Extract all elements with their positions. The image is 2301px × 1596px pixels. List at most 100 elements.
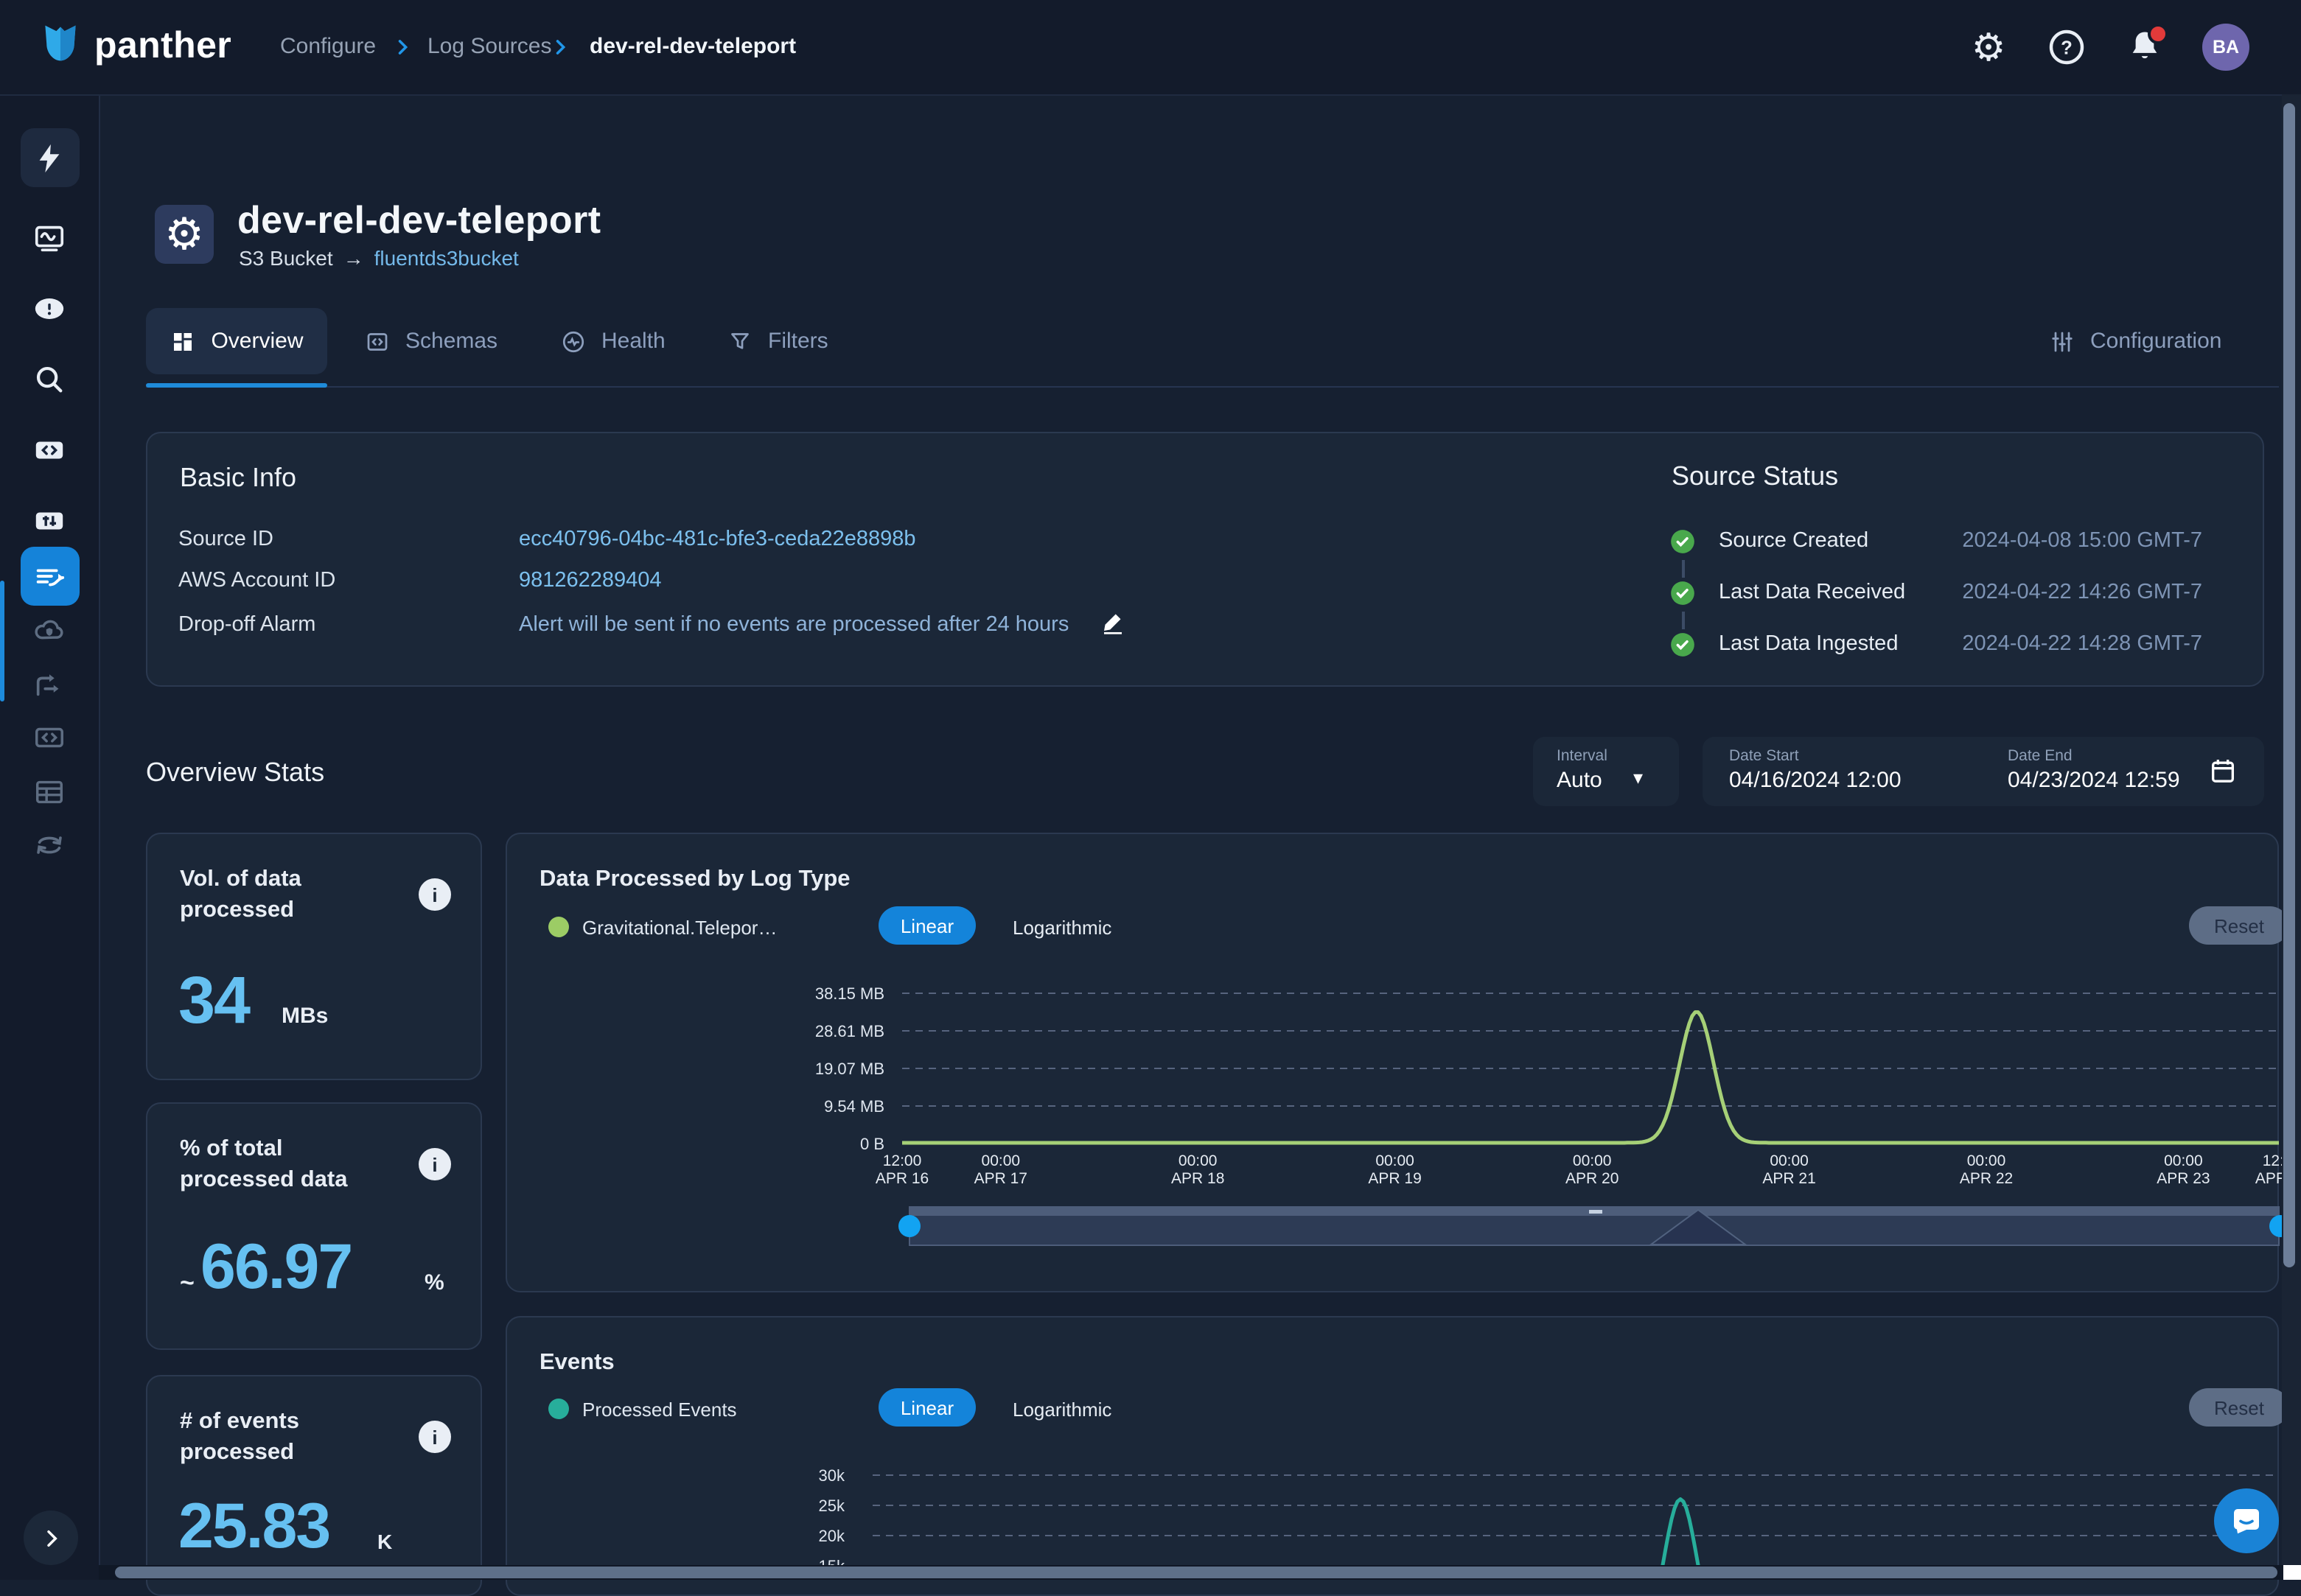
status-check-icon: [1669, 631, 1697, 659]
legend-dot: [548, 1399, 569, 1419]
tuning-sliders-icon[interactable]: [20, 491, 79, 550]
basic-info-row-label: Drop-off Alarm: [178, 613, 315, 637]
source-status-title: Source Status: [1672, 461, 1838, 492]
tab-label: Schemas: [405, 329, 497, 354]
interval-value: Auto: [1557, 768, 1602, 793]
configuration-label: Configuration: [2090, 329, 2221, 354]
tabs-divider: [146, 386, 2279, 388]
linear-scale-button[interactable]: Linear: [879, 1388, 976, 1427]
log-monitor-icon[interactable]: [20, 208, 79, 267]
stat-unit: MBs: [282, 1004, 328, 1029]
stat-title-line: % of total: [180, 1133, 347, 1164]
info-icon[interactable]: [419, 1421, 451, 1453]
linear-scale-button[interactable]: Linear: [879, 906, 976, 945]
status-item-value: 2024-04-22 14:26 GMT-7: [1843, 581, 2202, 604]
status-connector: [1682, 612, 1684, 629]
tab-label: Health: [601, 329, 666, 354]
drop-off-alarm-value: Alert will be sent if no events are proc…: [519, 613, 1069, 637]
legend-dot: [548, 917, 569, 937]
page-subtitle: S3 Bucket → fluentds3bucket: [239, 246, 519, 270]
legend-label: Processed Events: [582, 1399, 737, 1421]
chart-title: Data Processed by Log Type: [540, 867, 851, 893]
tab-filters[interactable]: Filters: [727, 308, 828, 374]
logarithmic-scale-button[interactable]: Logarithmic: [1013, 1399, 1111, 1421]
schemas-code-icon[interactable]: [20, 707, 79, 766]
stat-value: 34: [178, 962, 249, 1039]
info-icon[interactable]: [419, 1148, 451, 1180]
stat-unit: %: [425, 1270, 444, 1295]
avatar[interactable]: BA: [2202, 24, 2249, 71]
aws-account-id-value: 981262289404: [519, 569, 662, 592]
sidebar-scroll-indicator: [0, 581, 4, 701]
horizontal-scrollbar-thumb[interactable]: [115, 1567, 2277, 1578]
configuration-link[interactable]: Configuration: [2049, 308, 2221, 374]
date-range-picker[interactable]: Date Start 04/16/2024 12:00 Date End 04/…: [1703, 737, 2264, 806]
help-icon[interactable]: ?: [2046, 27, 2087, 68]
chart-title: Events: [540, 1350, 615, 1376]
interval-label: Interval: [1557, 747, 1607, 765]
app-root: panther Configure Log Sources dev-rel-de…: [0, 0, 2301, 1580]
tab-health[interactable]: Health: [560, 308, 666, 374]
alerts-icon[interactable]: [20, 279, 79, 337]
sidebar-expand-button[interactable]: [24, 1511, 78, 1565]
basic-info-row-label: AWS Account ID: [178, 569, 335, 592]
reset-button[interactable]: Reset: [2189, 906, 2289, 945]
stat-title-line: Vol. of data: [180, 864, 301, 895]
tab-schemas[interactable]: Schemas: [364, 308, 497, 374]
settings-gear-icon[interactable]: [1968, 27, 2009, 68]
status-item-value: 2024-04-22 14:28 GMT-7: [1843, 632, 2202, 656]
log-sources-icon[interactable]: [20, 547, 79, 606]
date-end-value[interactable]: 04/23/2024 12:59: [2008, 768, 2180, 793]
stat-title-line: processed data: [180, 1164, 347, 1195]
chat-bubble-icon[interactable]: [2214, 1488, 2279, 1553]
status-connector: [1682, 560, 1684, 578]
interval-dropdown[interactable]: Interval Auto: [1533, 737, 1679, 806]
source-type-icon: [155, 205, 214, 264]
code-block-icon[interactable]: [20, 420, 79, 479]
basic-info-title: Basic Info: [180, 463, 296, 494]
overview-stats-title: Overview Stats: [146, 757, 324, 788]
search-icon[interactable]: [20, 349, 79, 408]
status-check-icon: [1669, 579, 1697, 607]
horizontal-scrollbar-track[interactable]: [99, 1565, 2301, 1580]
cloud-security-icon[interactable]: [20, 601, 79, 660]
date-end-label: Date End: [2008, 747, 2073, 765]
sidebar-nav: [0, 94, 100, 1580]
chevron-right-icon: [392, 37, 413, 57]
tab-overview[interactable]: Overview: [146, 308, 327, 374]
breadcrumb-log-sources[interactable]: Log Sources: [427, 34, 551, 59]
info-icon[interactable]: [419, 878, 451, 911]
vertical-scrollbar-thumb[interactable]: [2283, 103, 2295, 1267]
schema-code-icon: [364, 328, 391, 354]
stat-unit: K: [377, 1530, 392, 1553]
panther-logo[interactable]: panther: [38, 21, 231, 72]
reset-button[interactable]: Reset: [2189, 1388, 2289, 1427]
bucket-link[interactable]: fluentds3bucket: [374, 246, 519, 270]
data-routing-icon[interactable]: [20, 654, 79, 713]
tables-icon[interactable]: [20, 762, 79, 821]
logo-wordmark: panther: [94, 25, 231, 68]
active-tab-underline: [146, 383, 327, 388]
status-item-value: 2024-04-08 15:00 GMT-7: [1843, 529, 2202, 553]
notification-unread-dot: [2148, 24, 2168, 44]
filter-funnel-icon: [727, 328, 753, 354]
legend-label: Gravitational.Telepor…: [582, 917, 777, 939]
source-type-label: S3 Bucket: [239, 246, 333, 270]
date-start-label: Date Start: [1729, 747, 1799, 765]
tab-label: Overview: [211, 329, 303, 354]
notifications-bell-icon[interactable]: [2124, 27, 2165, 68]
basic-info-row-label: Source ID: [178, 528, 273, 551]
edit-pencil-icon[interactable]: [1100, 609, 1126, 635]
breadcrumb-configure[interactable]: Configure: [280, 34, 376, 59]
panther-logo-icon: [38, 21, 83, 72]
sync-icon[interactable]: [20, 815, 79, 874]
stat-value: 66.97: [200, 1232, 352, 1304]
dashboard-grid-icon: [170, 328, 196, 354]
scrollbar-corner: [2283, 1565, 2301, 1580]
calendar-icon[interactable]: [2208, 756, 2238, 793]
vertical-scrollbar-track[interactable]: [2282, 94, 2301, 1565]
lightning-icon[interactable]: [20, 128, 79, 187]
logarithmic-scale-button[interactable]: Logarithmic: [1013, 917, 1111, 939]
date-start-value[interactable]: 04/16/2024 12:00: [1729, 768, 1902, 793]
health-pulse-icon: [560, 328, 587, 354]
